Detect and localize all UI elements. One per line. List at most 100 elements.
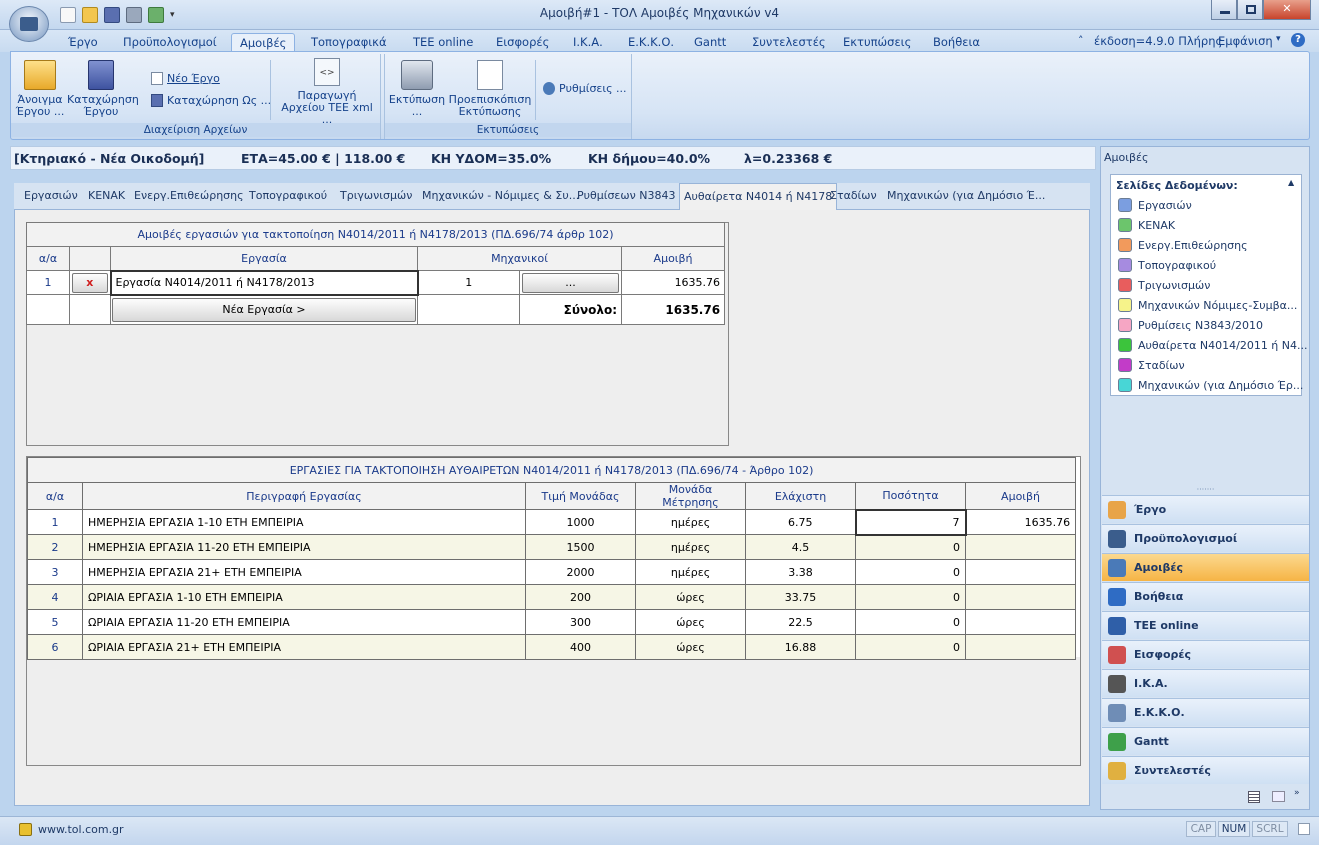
quantity-cell[interactable]: 0 bbox=[855, 534, 966, 560]
tab-prints[interactable]: Εκτυπώσεις bbox=[835, 33, 919, 52]
resize-grip-icon[interactable] bbox=[1298, 823, 1310, 835]
website-link[interactable]: www.tol.com.gr bbox=[38, 823, 124, 836]
subtab-settings-n3843[interactable]: Ρυθμίσεων Ν3843 bbox=[577, 189, 675, 202]
tab-budgets[interactable]: Προϋπολογισμοί bbox=[115, 33, 225, 52]
work-cell[interactable]: Εργασία Ν4014/2011 ή Ν4178/2013 bbox=[109, 269, 419, 296]
nav-button[interactable]: Έργο bbox=[1102, 495, 1309, 523]
save-project-button[interactable]: Καταχώρηση Έργου bbox=[67, 60, 139, 118]
total-row: Νέα Εργασία > Σύνολο: 1635.76 bbox=[26, 294, 726, 325]
unit-price: 1500 bbox=[525, 534, 636, 560]
subtab-works[interactable]: Εργασιών bbox=[24, 189, 78, 202]
print-preview-button[interactable]: Προεπισκόπιση Εκτύπωσης bbox=[447, 60, 533, 118]
tab-tee-online[interactable]: TEE online bbox=[405, 33, 481, 52]
fee-cell bbox=[964, 609, 1077, 635]
data-page-label: Αυθαίρετα Ν4014/2011 ή Ν4... bbox=[1138, 338, 1308, 352]
print-settings-button[interactable]: Ρυθμίσεις ... bbox=[543, 82, 627, 95]
engineers-select-button[interactable]: ... bbox=[522, 272, 619, 293]
column-header: Ελάχιστη bbox=[745, 482, 856, 510]
nav-button[interactable]: Βοήθεια bbox=[1102, 582, 1309, 610]
work-description: ΩΡΙΑΙΑ ΕΡΓΑΣΙΑ 1-10 ΕΤΗ ΕΜΠΕΙΡΙΑ bbox=[82, 584, 526, 610]
pane-title: Αμοιβές bbox=[1104, 151, 1149, 164]
nav-button[interactable]: Ι.Κ.Α. bbox=[1102, 669, 1309, 697]
data-page-item[interactable]: Μηχανικών Νόμιμες-Συμβα... bbox=[1118, 298, 1297, 312]
help-icon[interactable]: ? bbox=[1291, 33, 1305, 47]
color-swatch-icon bbox=[1118, 338, 1132, 352]
help-icon bbox=[1108, 587, 1126, 606]
data-page-item[interactable]: ΚΕΝΑΚ bbox=[1118, 218, 1175, 232]
nav-button[interactable]: Εισφορές bbox=[1102, 640, 1309, 668]
row-number: 2 bbox=[27, 534, 83, 560]
data-page-item[interactable]: Εργασιών bbox=[1118, 198, 1192, 212]
nav-button[interactable]: Προϋπολογισμοί bbox=[1102, 524, 1309, 552]
splitter-grip[interactable]: ······· bbox=[1102, 486, 1309, 494]
view-dropdown-icon[interactable]: ▾ bbox=[1276, 34, 1281, 44]
list-view-icon[interactable] bbox=[1248, 791, 1260, 803]
tab-ika[interactable]: Ι.Κ.Α. bbox=[565, 33, 611, 52]
subtab-engineers-legal[interactable]: Μηχανικών - Νόμιμες & Συ... bbox=[422, 189, 579, 202]
subtab-unauthorized-n4014[interactable]: Αυθαίρετα Ν4014 ή Ν4178 bbox=[679, 183, 838, 210]
quantity-cell[interactable]: 0 bbox=[855, 559, 966, 585]
new-work-button[interactable]: Νέα Εργασία > bbox=[112, 297, 416, 322]
collapse-ribbon-icon[interactable]: ˄ bbox=[1078, 34, 1084, 47]
tab-help[interactable]: Βοήθεια bbox=[925, 33, 988, 52]
website-icon bbox=[19, 823, 32, 836]
tab-ekko[interactable]: Ε.Κ.Κ.Ο. bbox=[620, 33, 682, 52]
nav-button[interactable]: Αμοιβές bbox=[1102, 553, 1309, 581]
ribbon-separator bbox=[270, 60, 271, 120]
tab-topographic[interactable]: Τοπογραφικά bbox=[303, 33, 395, 52]
application-menu-button[interactable] bbox=[9, 6, 49, 42]
minimize-button[interactable] bbox=[1211, 0, 1237, 20]
tab-contributions[interactable]: Εισφορές bbox=[488, 33, 557, 52]
quantity-cell[interactable]: 0 bbox=[855, 634, 966, 660]
data-page-item[interactable]: Σταδίων bbox=[1118, 358, 1185, 372]
quantity-cell[interactable]: 7 bbox=[854, 508, 967, 536]
nav-button-label: Συντελεστές bbox=[1134, 764, 1211, 777]
subtab-kenak[interactable]: ΚΕΝΑΚ bbox=[88, 189, 125, 202]
subtab-triangulations[interactable]: Τριγωνισμών bbox=[340, 189, 412, 202]
group-printing: Εκτύπωση ... Προεπισκόπιση Εκτύπωσης Ρυθ… bbox=[384, 54, 632, 139]
subtab-stages[interactable]: Σταδίων bbox=[830, 189, 877, 202]
close-button[interactable]: ✕ bbox=[1263, 0, 1311, 20]
new-project-button[interactable]: Νέο Έργο bbox=[151, 72, 220, 85]
open-project-button[interactable]: Άνοιγμα Έργου ... bbox=[15, 60, 65, 118]
unit-price: 200 bbox=[525, 584, 636, 610]
subtab-engineers-public[interactable]: Μηχανικών (για Δημόσιο Έ... bbox=[887, 189, 1045, 202]
configure-buttons-icon[interactable]: » bbox=[1294, 788, 1300, 798]
save-as-button[interactable]: Καταχώρηση Ως ... bbox=[151, 94, 271, 107]
generate-tee-xml-button[interactable]: <> Παραγωγή Αρχείου ΤΕΕ xml ... bbox=[277, 58, 377, 126]
data-page-item[interactable]: Ρυθμίσεις Ν3843/2010 bbox=[1118, 318, 1263, 332]
nav-button[interactable]: Συντελεστές bbox=[1102, 756, 1309, 784]
quantity-cell[interactable]: 0 bbox=[855, 584, 966, 610]
delete-row-button[interactable]: x bbox=[72, 272, 108, 293]
envelope-icon[interactable] bbox=[1272, 791, 1285, 802]
engineers-count[interactable]: 1 bbox=[417, 270, 520, 295]
coefficients-icon bbox=[1108, 761, 1126, 780]
nav-button[interactable]: Ε.Κ.Κ.Ο. bbox=[1102, 698, 1309, 726]
data-page-item[interactable]: Αυθαίρετα Ν4014/2011 ή Ν4... bbox=[1118, 338, 1308, 352]
data-page-item[interactable]: Τοπογραφικού bbox=[1118, 258, 1216, 272]
tab-fees[interactable]: Αμοιβές bbox=[231, 33, 296, 52]
tab-coefficients[interactable]: Συντελεστές bbox=[744, 33, 834, 52]
tab-gantt[interactable]: Gantt bbox=[686, 33, 734, 52]
data-page-item[interactable]: Μηχανικών (για Δημόσιο Έρ... bbox=[1118, 378, 1303, 392]
nav-button[interactable]: Gantt bbox=[1102, 727, 1309, 755]
table-row: 5 ΩΡΙΑΙΑ ΕΡΓΑΣΙΑ 11-20 ΕΤΗ ΕΜΠΕΙΡΙΑ 300 ώρε… bbox=[27, 609, 1077, 635]
column-header: α/α bbox=[26, 246, 70, 271]
print-button[interactable]: Εκτύπωση ... bbox=[387, 60, 447, 118]
data-page-label: Σταδίων bbox=[1138, 358, 1185, 372]
view-menu[interactable]: Εμφάνιση bbox=[1218, 34, 1273, 48]
subtab-energy-inspection[interactable]: Ενεργ.Επιθεώρησης bbox=[134, 189, 244, 202]
nav-button[interactable]: TEE online bbox=[1102, 611, 1309, 639]
kh-ydom-value: ΚΗ ΥΔΟΜ=35.0% bbox=[431, 151, 552, 166]
subtab-topographic[interactable]: Τοπογραφικού bbox=[249, 189, 327, 202]
list-collapse-icon[interactable]: ▲ bbox=[1288, 178, 1294, 187]
data-page-item[interactable]: Ενεργ.Επιθεώρησης bbox=[1118, 238, 1248, 252]
tab-ergo[interactable]: Έργο bbox=[60, 33, 106, 52]
unit-price: 400 bbox=[525, 634, 636, 660]
data-page-item[interactable]: Τριγωνισμών bbox=[1118, 278, 1210, 292]
maximize-button[interactable] bbox=[1237, 0, 1263, 20]
nav-button-label: Εισφορές bbox=[1134, 648, 1192, 661]
quantity-cell[interactable]: 0 bbox=[855, 609, 966, 635]
total-label: Σύνολο: bbox=[519, 294, 622, 325]
data-page-label: ΚΕΝΑΚ bbox=[1138, 218, 1176, 232]
